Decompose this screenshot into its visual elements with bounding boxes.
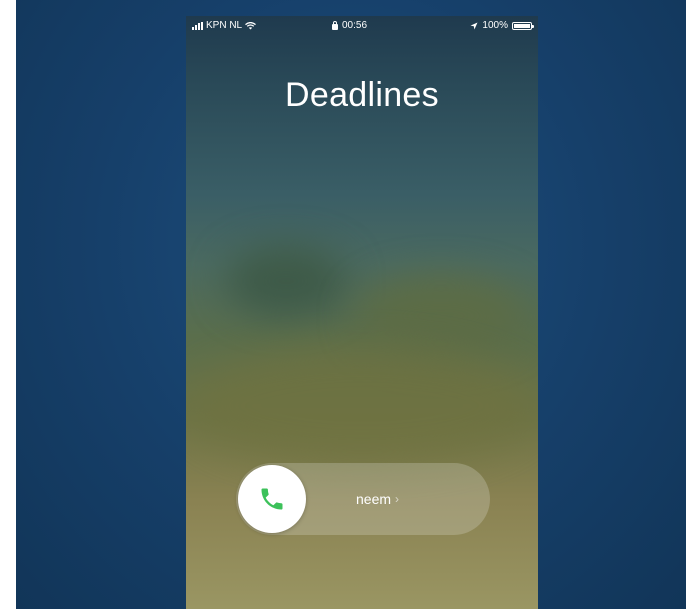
battery-icon [512,22,534,30]
lock-icon [332,21,338,30]
slide-label-text: neem [356,491,392,507]
answer-call-button[interactable] [238,465,306,533]
wifi-icon [245,22,257,30]
status-right: 100% [470,16,534,36]
slide-label: neem › [356,463,399,535]
background-blur [226,246,346,316]
slide-to-answer-track[interactable]: neem › [236,463,490,535]
carrier-name: KPN NL [206,20,243,31]
status-bar: KPN NL 00:56 100% [186,16,538,36]
caller-name: Deadlines [285,76,439,114]
battery-fill [514,24,530,28]
status-left: KPN NL [192,16,257,36]
status-center: 00:56 [332,16,367,36]
chevron-right-icon: › [395,492,400,506]
background-blur [356,276,526,356]
incoming-call-screen: KPN NL 00:56 100% Deadlines neem › [186,16,538,609]
signal-bars-icon [192,22,203,30]
screenshot-frame: KPN NL 00:56 100% Deadlines neem › [16,0,686,609]
phone-handset-icon [261,488,283,510]
location-arrow-icon [470,22,478,30]
background-blur [186,346,538,466]
status-time: 00:56 [342,20,368,31]
battery-percent: 100% [482,20,508,31]
